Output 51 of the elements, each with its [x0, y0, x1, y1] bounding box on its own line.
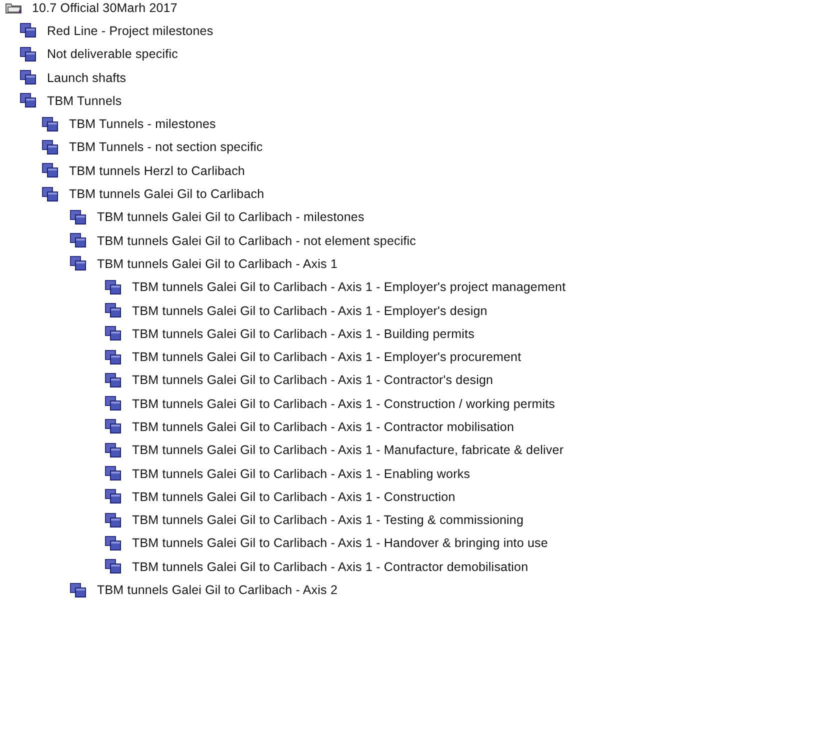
- tree-item[interactable]: TBM tunnels Herzl to Carlibach: [69, 164, 245, 178]
- tree-item[interactable]: TBM tunnels Galei Gil to Carlibach - Axis 1 - Testing & commissioning: [132, 513, 524, 528]
- stacked-squares-icon: [42, 186, 59, 202]
- tree-item[interactable]: TBM tunnels Galei Gil to Carlibach - milestones: [97, 210, 364, 224]
- tree-item[interactable]: TBM tunnels Galei Gil to Carlibach - Axis 1: [97, 256, 338, 271]
- stacked-squares-icon: [42, 116, 59, 132]
- stacked-squares-icon: [105, 536, 122, 551]
- stacked-squares-icon: [20, 46, 37, 62]
- tree-item[interactable]: TBM tunnels Galei Gil to Carlibach - Axis 1 - Contractor demobilisation: [132, 560, 528, 574]
- tree-item[interactable]: TBM tunnels Galei Gil to Carlibach - Axis 1 - Construction / working permits: [132, 396, 556, 411]
- tree-item[interactable]: TBM tunnels Galei Gil to Carlibach - Axis 1 - Employer's procurement: [132, 350, 522, 364]
- stacked-squares-icon: [105, 350, 122, 365]
- tree-item[interactable]: TBM tunnels Galei Gil to Carlibach - not element specific: [97, 234, 416, 248]
- stacked-squares-icon: [105, 303, 122, 318]
- tree-item[interactable]: 10.7 Official 30Marh 2017: [32, 0, 178, 15]
- tree-item[interactable]: TBM Tunnels - milestones: [69, 117, 216, 132]
- stacked-squares-icon: [105, 396, 122, 412]
- tree-item[interactable]: TBM tunnels Galei Gil to Carlibach - Axis 2: [97, 583, 338, 598]
- stacked-squares-icon: [20, 23, 37, 38]
- tree-item[interactable]: Launch shafts: [47, 70, 126, 85]
- stacked-squares-icon: [105, 466, 122, 482]
- stacked-squares-icon: [105, 512, 122, 528]
- tree-item[interactable]: Red Line - Project milestones: [47, 24, 214, 38]
- stacked-squares-icon: [70, 233, 87, 248]
- tree-item[interactable]: TBM tunnels Galei Gil to Carlibach - Axis 1 - Contractor's design: [132, 373, 494, 388]
- tree-item[interactable]: TBM tunnels Galei Gil to Carlibach - Axis 1 - Employer's design: [132, 304, 488, 318]
- tree-item[interactable]: TBM tunnels Galei Gil to Carlibach - Axis 1 - Manufacture, fabricate & deliver: [132, 443, 564, 458]
- stacked-squares-icon: [105, 489, 122, 504]
- stacked-squares-icon: [42, 140, 59, 155]
- stacked-squares-icon: [105, 442, 122, 458]
- stacked-squares-icon: [70, 582, 87, 598]
- tree-item[interactable]: TBM tunnels Galei Gil to Carlibach - Axis 1 - Construction: [132, 490, 456, 504]
- stacked-squares-icon: [105, 419, 122, 434]
- stacked-squares-icon: [42, 163, 59, 178]
- stacked-squares-icon: [20, 93, 37, 108]
- stacked-squares-icon: [105, 559, 122, 574]
- tree-item[interactable]: TBM tunnels Galei Gil to Carlibach: [69, 187, 264, 202]
- tree-item[interactable]: TBM Tunnels: [47, 94, 122, 108]
- stacked-squares-icon: [70, 256, 87, 272]
- tree-item[interactable]: Not deliverable specific: [47, 47, 178, 62]
- tree-item[interactable]: TBM tunnels Galei Gil to Carlibach - Axis 1 - Enabling works: [132, 466, 470, 481]
- tree-item[interactable]: TBM tunnels Galei Gil to Carlibach - Axis 1 - Building permits: [132, 326, 474, 341]
- stacked-squares-icon: [20, 70, 37, 86]
- stacked-squares-icon: [105, 280, 122, 295]
- stacked-squares-icon: [70, 210, 87, 225]
- stacked-squares-icon: [105, 326, 122, 342]
- stacked-squares-icon: [105, 372, 122, 388]
- tree-item[interactable]: TBM tunnels Galei Gil to Carlibach - Axis 1 - Handover & bringing into use: [132, 536, 548, 550]
- tree-item[interactable]: TBM tunnels Galei Gil to Carlibach - Axis 1 - Employer's project management: [132, 280, 566, 294]
- tree-item[interactable]: TBM tunnels Galei Gil to Carlibach - Axis 1 - Contractor mobilisation: [132, 420, 514, 434]
- tree-item[interactable]: TBM Tunnels - not section specific: [69, 140, 263, 154]
